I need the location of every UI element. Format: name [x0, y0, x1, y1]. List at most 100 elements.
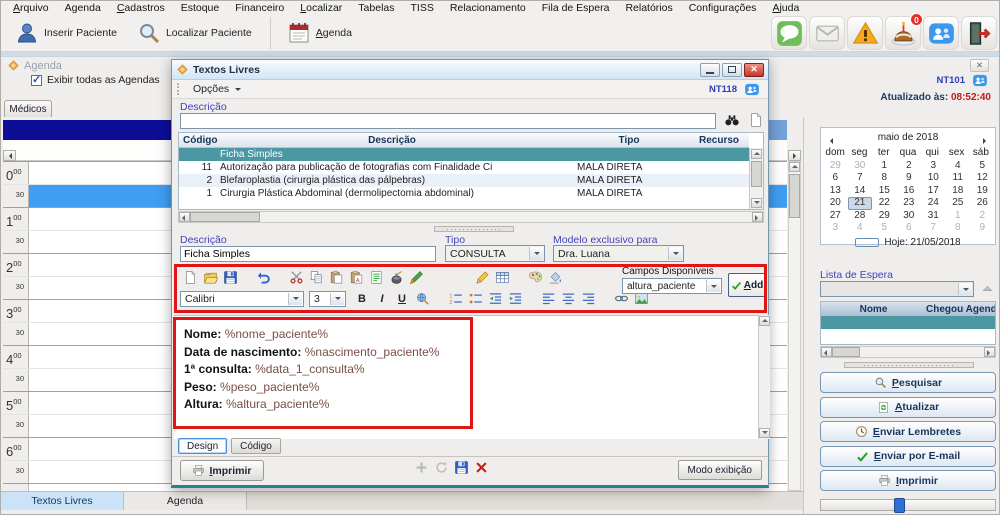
calendar-day[interactable]: 3 — [823, 222, 848, 234]
record-action[interactable] — [434, 460, 449, 475]
calendar-day[interactable]: 1 — [872, 160, 897, 172]
calendar-day[interactable]: 18 — [946, 185, 971, 197]
editor-tool[interactable] — [286, 269, 306, 287]
calendar-day[interactable]: 3 — [921, 160, 946, 172]
menu-item[interactable]: Arquivo — [5, 2, 57, 14]
editor-tool[interactable] — [253, 269, 273, 287]
menu-item[interactable]: Cadastros — [109, 2, 173, 14]
calendar-day[interactable]: 6 — [823, 172, 848, 184]
menu-item[interactable]: TISS — [403, 2, 442, 14]
menu-item[interactable]: Tabelas — [350, 2, 402, 14]
modelo-select[interactable]: Dra. Luana — [553, 245, 684, 262]
editor-tool[interactable] — [505, 290, 525, 308]
calendar-day[interactable]: 1 — [946, 210, 971, 222]
waitlist-select[interactable] — [820, 281, 974, 297]
calendar-day[interactable]: 9 — [897, 172, 922, 184]
calendar-day[interactable]: 30 — [897, 210, 922, 222]
calendar-day[interactable]: 30 — [848, 160, 873, 172]
waitlist-row[interactable] — [821, 329, 995, 342]
splitter-handle[interactable] — [844, 362, 974, 368]
close-icon[interactable] — [970, 59, 989, 72]
editor-tool[interactable] — [366, 269, 386, 287]
editor-tool[interactable] — [445, 290, 465, 308]
waitlist-row[interactable] — [821, 316, 995, 329]
table-hscrollbar[interactable] — [178, 211, 764, 223]
editor-tool[interactable] — [406, 269, 426, 287]
table-row[interactable]: 11Autorização para publicação de fotogra… — [179, 161, 749, 174]
minimize-icon[interactable] — [700, 63, 720, 77]
new-record-button[interactable] — [746, 112, 766, 130]
calendar-day[interactable]: 8 — [946, 222, 971, 234]
menu-item[interactable]: Ajuda — [764, 2, 807, 14]
record-action[interactable] — [454, 460, 469, 475]
status-tile[interactable]: 0 — [885, 16, 921, 50]
calendar-day[interactable]: 7 — [848, 172, 873, 184]
slider-thumb[interactable] — [894, 498, 905, 513]
close-icon[interactable] — [744, 63, 764, 77]
maximize-icon[interactable] — [722, 63, 742, 77]
calendar-day[interactable]: 4 — [946, 160, 971, 172]
collapse-icon[interactable] — [978, 282, 996, 296]
scroll-left-icon[interactable] — [3, 150, 16, 161]
font-select[interactable]: Calibri — [180, 291, 304, 307]
calendar-day[interactable]: 20 — [823, 197, 848, 209]
editor-tool[interactable] — [538, 290, 558, 308]
editor-tool[interactable] — [465, 290, 485, 308]
editor-tool[interactable] — [386, 269, 406, 287]
calendar-day[interactable]: 7 — [921, 222, 946, 234]
modo-exibicao-button[interactable]: Modo exibição — [678, 460, 762, 480]
calendar-day[interactable]: 17 — [921, 185, 946, 197]
calendar-day[interactable]: 15 — [872, 185, 897, 197]
view-tab[interactable]: Código — [231, 438, 281, 454]
sidebar-button[interactable]: Atualizar — [820, 397, 996, 418]
calendar-day[interactable]: 12 — [970, 172, 995, 184]
editor-tool[interactable] — [220, 269, 240, 287]
calendar-prev-icon[interactable] — [827, 132, 835, 147]
calendar-day[interactable]: 14 — [848, 185, 873, 197]
tipo-select[interactable]: CONSULTA — [445, 245, 545, 262]
calendar-day[interactable]: 5 — [970, 160, 995, 172]
calendar-day[interactable]: 9 — [970, 222, 995, 234]
calendar-day[interactable]: 28 — [848, 210, 873, 222]
calendar-day[interactable]: 26 — [970, 197, 995, 209]
calendar-day[interactable]: 5 — [872, 222, 897, 234]
menu-item[interactable]: Relacionamento — [442, 2, 534, 14]
calendar-day[interactable]: 22 — [872, 197, 897, 209]
dialog-titlebar[interactable]: Textos Livres — [172, 60, 768, 80]
editor-tool[interactable] — [306, 269, 326, 287]
table-scrollbar[interactable] — [749, 148, 763, 209]
calendar-day[interactable]: 8 — [872, 172, 897, 184]
menu-item[interactable]: Agenda — [57, 2, 109, 14]
bottom-tab[interactable]: Agenda — [124, 492, 247, 510]
status-tile[interactable] — [847, 16, 883, 50]
editor-tool[interactable] — [412, 290, 432, 308]
agenda-scrollbar[interactable] — [788, 161, 801, 491]
editor-tool[interactable]: B — [352, 290, 372, 308]
waitlist-hscrollbar[interactable] — [820, 346, 996, 358]
font-size-select[interactable]: 3 — [309, 291, 346, 307]
calendar-day[interactable]: 29 — [823, 160, 848, 172]
scroll-right-icon[interactable] — [788, 150, 801, 161]
calendar-day[interactable]: 23 — [897, 197, 922, 209]
sidebar-button[interactable]: Enviar por E-mail — [820, 446, 996, 467]
toolbar-button[interactable]: Inserir Paciente — [5, 17, 127, 49]
table-row[interactable]: Ficha Simples — [179, 148, 749, 161]
add-field-button[interactable]: Add — [728, 273, 766, 297]
calendar-day[interactable]: 4 — [848, 222, 873, 234]
editor-tool[interactable]: U — [392, 290, 412, 308]
editor-tool[interactable]: I — [372, 290, 392, 308]
calendar-day[interactable]: 16 — [897, 185, 922, 197]
calendar-day[interactable]: 2 — [897, 160, 922, 172]
imprimir-button[interactable]: Imprimir — [180, 460, 264, 481]
editor-tool[interactable] — [200, 269, 220, 287]
record-action[interactable] — [474, 460, 489, 475]
status-tile[interactable] — [771, 16, 807, 50]
calendar-day[interactable]: 10 — [921, 172, 946, 184]
show-all-agendas-checkbox[interactable]: Exibir todas as Agendas — [31, 74, 160, 86]
calendar-day[interactable]: 29 — [872, 210, 897, 222]
table-row[interactable]: 2Blefaroplastia (cirurgia plástica das p… — [179, 174, 749, 187]
view-tab[interactable]: Design — [178, 438, 227, 454]
editor-tool[interactable] — [180, 269, 200, 287]
calendar-day[interactable]: 2 — [970, 210, 995, 222]
status-tile[interactable] — [961, 16, 997, 50]
